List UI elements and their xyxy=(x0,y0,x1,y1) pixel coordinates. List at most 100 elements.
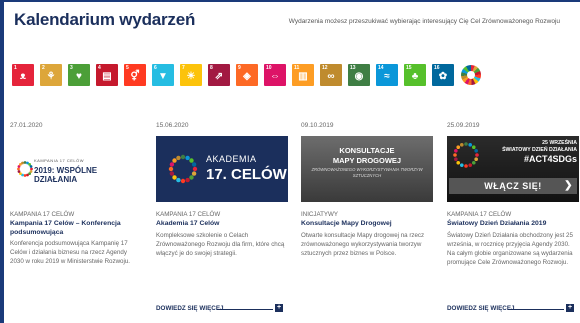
goal-symbol-icon: ◉ xyxy=(354,70,364,82)
ring-dot xyxy=(456,160,461,165)
ring-dot xyxy=(169,162,175,167)
ring-dot xyxy=(192,166,198,172)
event-card[interactable]: 27.01.2020 KAMPANIA 17 CELÓW 2019: WSPÓL… xyxy=(10,118,143,318)
goal-number: 15 xyxy=(406,65,412,71)
goal-symbol-icon: ⚥ xyxy=(130,70,140,82)
goal-symbol-icon: ᴥ xyxy=(19,70,27,82)
sdg-goal-7-button[interactable]: 7 ☀ xyxy=(180,64,202,86)
sdg-wheel-icon xyxy=(461,65,481,85)
sdg-goal-3-button[interactable]: 3 ♥ xyxy=(68,64,90,86)
ring-dot xyxy=(471,145,476,150)
sdg-goal-9-button[interactable]: 9 ◈ xyxy=(236,64,258,86)
event-card[interactable]: 09.10.2019 KONSULTACJE MAPY DROGOWEJ ZRÓ… xyxy=(301,118,434,318)
ring-dot xyxy=(30,167,33,171)
ring-dot xyxy=(464,164,468,168)
sdg-goal-13-button[interactable]: 13 ◉ xyxy=(348,64,370,86)
ring-dot xyxy=(26,173,29,177)
sdg-goal-12-button[interactable]: 12 ∞ xyxy=(320,64,342,86)
event-title[interactable]: Kampania 17 Celów – Konferencja podsumow… xyxy=(10,219,142,237)
ring-dot xyxy=(474,148,478,153)
image-caption-main: 2019: WSPÓLNE DZIAŁANIA xyxy=(34,166,98,184)
read-more-label[interactable]: DOWIEDZ SIĘ WIĘCEJ xyxy=(447,305,515,312)
event-title[interactable]: Światowy Dzień Działania 2019 xyxy=(447,219,579,228)
image-caption-top: AKADEMIA xyxy=(206,154,257,164)
event-category: KAMPANIA 17 CELÓW xyxy=(447,211,512,218)
goal-symbol-icon: ⇗ xyxy=(214,70,224,82)
event-image[interactable]: 25 WRZEŚNIA ŚWIATOWY DZIEŃ DZIAŁANIA #AC… xyxy=(447,136,579,202)
ring-dot xyxy=(21,161,24,165)
sdg-wheel-logo-icon xyxy=(17,161,33,177)
image-caption-main: 17. CELÓW xyxy=(206,166,287,183)
sdg-goal-10-button[interactable]: 10 ⇔ xyxy=(264,64,286,86)
ring-dot xyxy=(456,145,461,150)
join-button[interactable]: WŁĄCZ SIĘ! ❯ xyxy=(449,178,577,194)
ring-dot xyxy=(454,157,458,162)
ring-dot xyxy=(185,155,190,161)
ring-dot xyxy=(474,157,478,162)
plus-icon[interactable]: + xyxy=(275,304,283,312)
event-title[interactable]: Konsultacje Mapy Drogowej xyxy=(301,219,433,228)
goal-symbol-icon: ⚘ xyxy=(46,70,56,82)
event-date: 25.09.2019 xyxy=(447,122,480,129)
sdg-goal-4-button[interactable]: 4 ▤ xyxy=(96,64,118,86)
goal-symbol-icon: ▤ xyxy=(102,70,112,82)
event-card[interactable]: 25.09.2019 25 WRZEŚNIA ŚWIATOWY DZIEŃ DZ… xyxy=(447,118,580,318)
image-caption-main: KONSULTACJE MAPY DROGOWEJ xyxy=(301,146,433,166)
goal-symbol-icon: ⇔ xyxy=(270,70,280,82)
goal-number: 9 xyxy=(238,65,241,71)
event-image[interactable]: AKADEMIA 17. CELÓW xyxy=(156,136,288,202)
sdg-goal-16-button[interactable]: 16 ✿ xyxy=(432,64,454,86)
sdg-goal-15-button[interactable]: 15 ♣ xyxy=(404,64,426,86)
event-date: 09.10.2019 xyxy=(301,122,334,129)
goal-number: 5 xyxy=(126,65,129,71)
image-caption-sub: ZRÓWNOWAŻONEGO WYKORZYSTYWANIA TWORZYW S… xyxy=(311,167,423,178)
event-card[interactable]: 15.06.2020 AKADEMIA 17. CELÓW KAMPANIA 1… xyxy=(156,118,289,318)
ring-dot xyxy=(176,155,181,161)
sdg-goal-5-button[interactable]: 5 ⚥ xyxy=(124,64,146,86)
sdg-goal-11-button[interactable]: 11 ▥ xyxy=(292,64,314,86)
goal-number: 4 xyxy=(98,65,101,71)
event-category: KAMPANIA 17 CELÓW xyxy=(10,211,75,218)
event-description: Światowy Dzień Działania obchodzony jest… xyxy=(447,232,573,266)
image-caption-top: KAMPANIA 17 CELÓW xyxy=(34,158,84,163)
sdg-goal-17-button[interactable] xyxy=(460,64,482,86)
top-border xyxy=(0,0,580,2)
hashtag: #ACT4SDGs xyxy=(523,154,577,164)
goal-number: 7 xyxy=(182,65,185,71)
event-category: KAMPANIA 17 CELÓW xyxy=(156,211,221,218)
join-button-label[interactable]: WŁĄCZ SIĘ! xyxy=(484,181,542,191)
ring-dot xyxy=(464,142,468,146)
goal-symbol-icon: ≈ xyxy=(384,70,390,82)
ring-dot xyxy=(191,162,197,167)
ring-dot xyxy=(185,177,190,183)
sdg-goal-14-button[interactable]: 14 ≈ xyxy=(376,64,398,86)
sdg-goal-6-button[interactable]: 6 ▼ xyxy=(152,64,174,86)
plus-icon[interactable]: + xyxy=(566,304,574,312)
ring-dot xyxy=(23,161,27,164)
sdg-goal-2-button[interactable]: 2 ⚘ xyxy=(40,64,62,86)
left-border xyxy=(0,0,4,323)
event-title[interactable]: Akademia 17 Celów xyxy=(156,219,288,228)
goal-number: 2 xyxy=(42,65,45,71)
ring-dot xyxy=(459,143,464,147)
read-more-line xyxy=(508,309,564,310)
ring-dot xyxy=(180,178,186,184)
goal-number: 14 xyxy=(378,65,384,71)
event-date: 27.01.2020 xyxy=(10,122,43,129)
read-more-link[interactable]: DOWIEDZ SIĘ WIĘCEJ + xyxy=(447,304,580,314)
calendar-header: Kalendarium wydarzeń Wydarzenia możesz p… xyxy=(14,8,572,38)
goal-symbol-icon: ✿ xyxy=(438,70,448,82)
sdg-goal-8-button[interactable]: 8 ⇗ xyxy=(208,64,230,86)
read-more-label[interactable]: DOWIEDZ SIĘ WIĘCEJ xyxy=(156,305,224,312)
goal-number: 11 xyxy=(294,65,300,71)
event-description: Konferencja podsumowująca Kampanię 17 Ce… xyxy=(10,240,131,265)
ring-dot xyxy=(172,158,177,163)
sdg-goal-1-button[interactable]: 1ᴥ xyxy=(12,64,34,86)
event-image[interactable]: KONSULTACJE MAPY DROGOWEJ ZRÓWNOWAŻONEGO… xyxy=(301,136,433,202)
image-caption-line1: KONSULTACJE xyxy=(339,146,395,155)
goal-number: 8 xyxy=(210,65,213,71)
read-more-link[interactable]: DOWIEDZ SIĘ WIĘCEJ + xyxy=(156,304,290,314)
filter-hint: Wydarzenia możesz przeszukiwać wybierają… xyxy=(288,18,560,25)
goal-number: 16 xyxy=(434,65,440,71)
event-image[interactable]: KAMPANIA 17 CELÓW 2019: WSPÓLNE DZIAŁANI… xyxy=(10,136,142,202)
